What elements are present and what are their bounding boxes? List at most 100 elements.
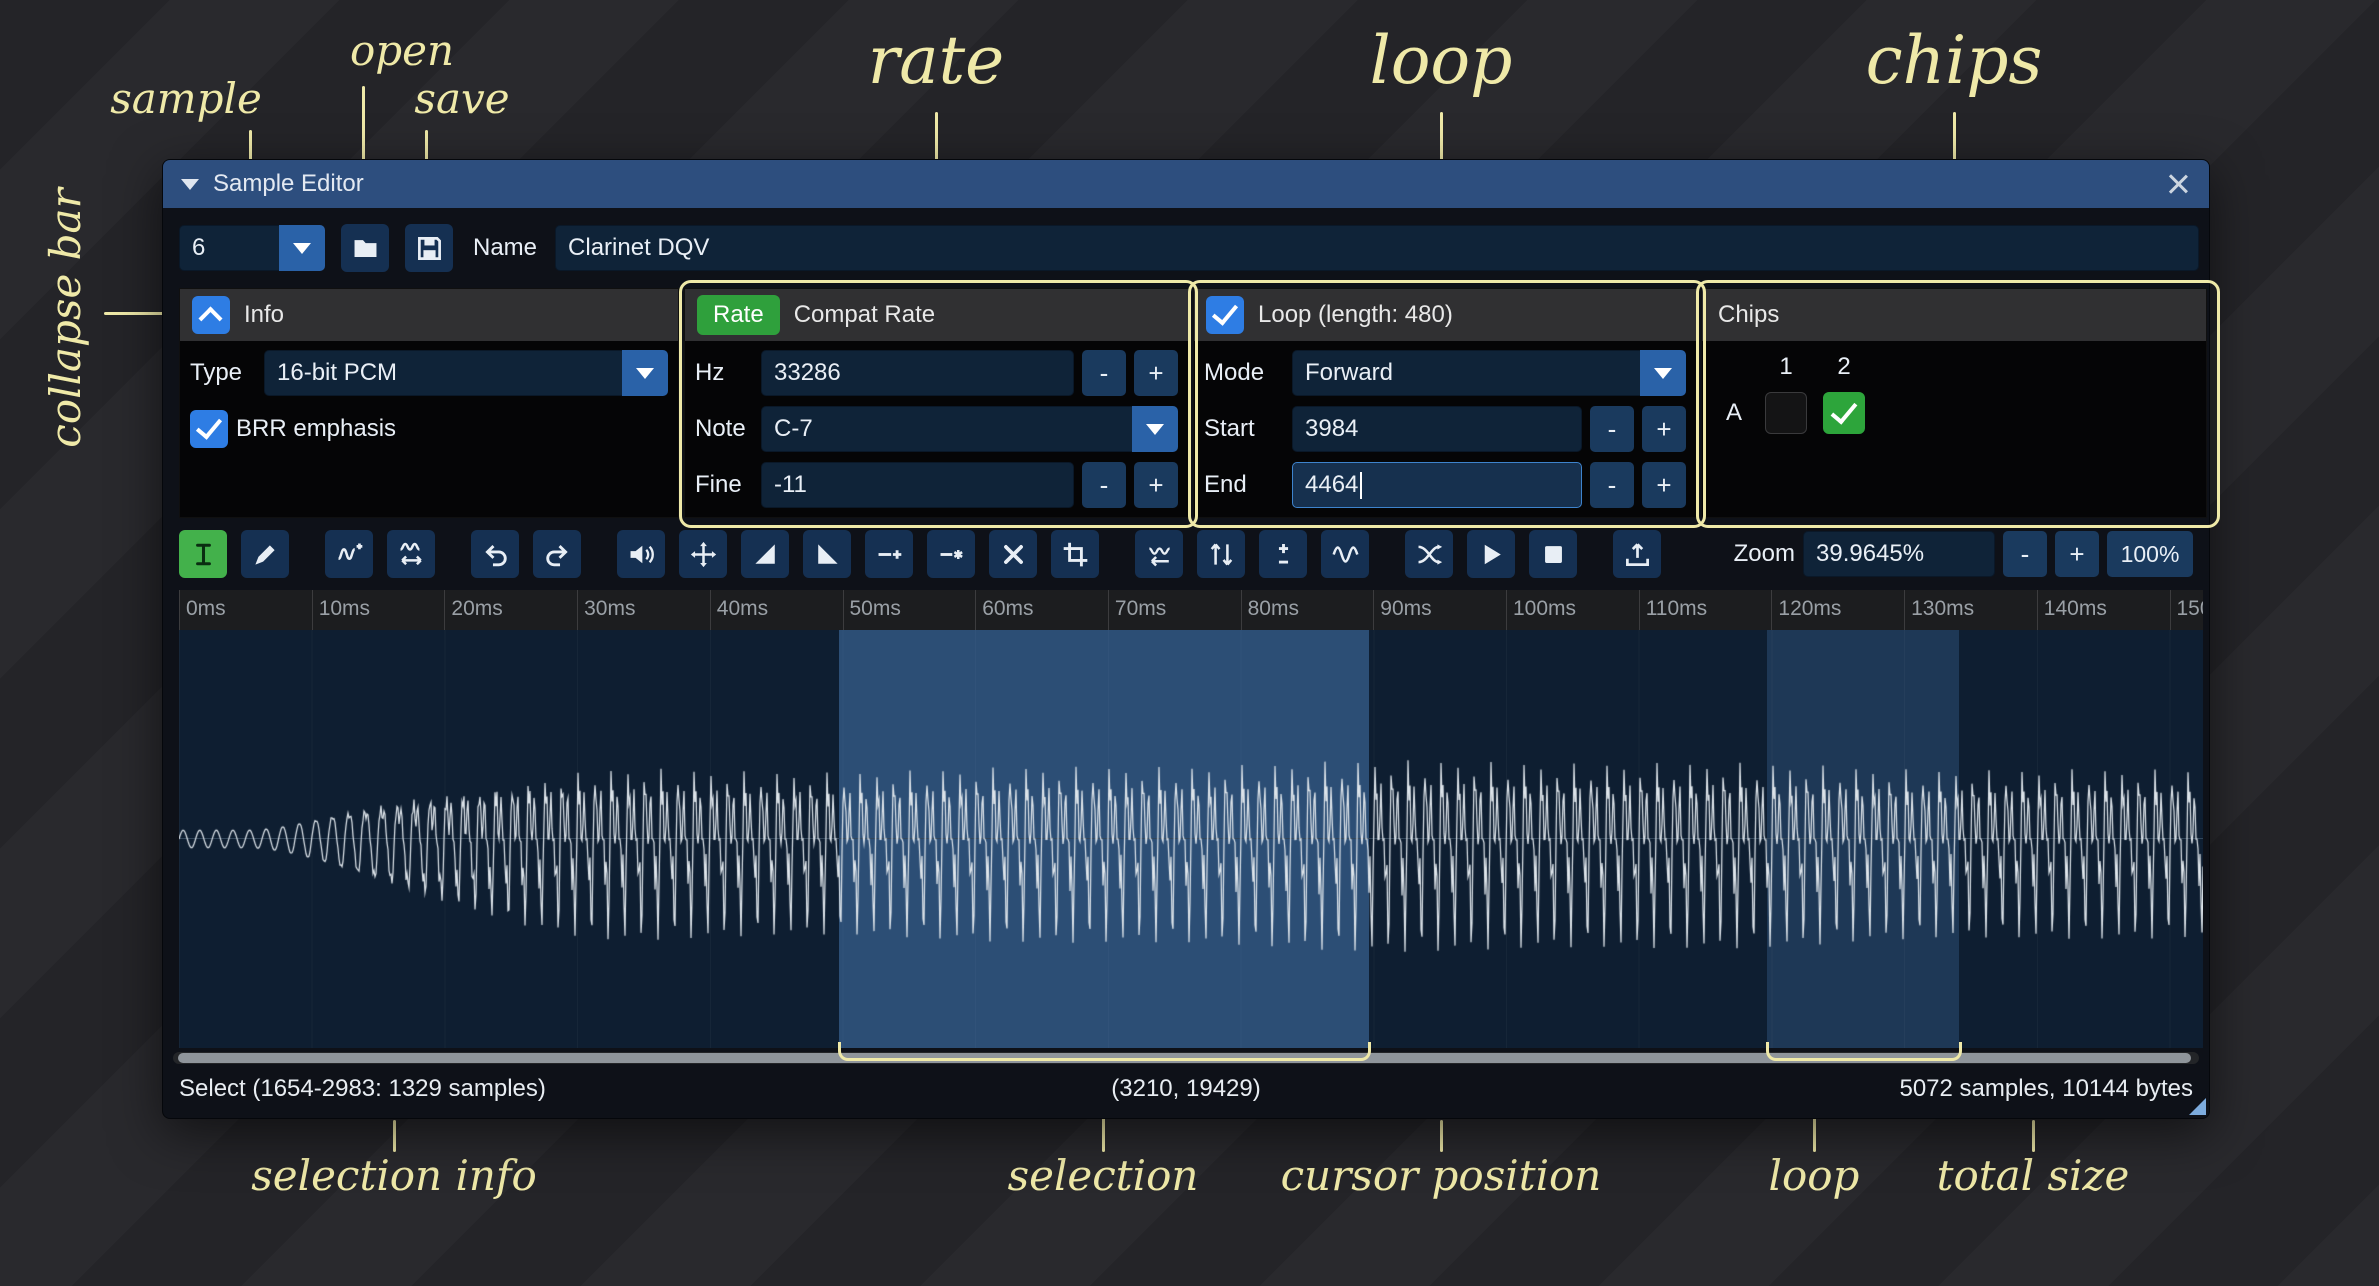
hz-label: Hz bbox=[695, 359, 753, 387]
fine-input[interactable]: -11 bbox=[761, 462, 1074, 508]
draw-mode-button[interactable] bbox=[241, 530, 289, 578]
sample-toolbar: Zoom 39.9645% - + 100% bbox=[179, 528, 2193, 580]
crossfade-button[interactable] bbox=[1405, 530, 1453, 578]
annotation-bracket-loop bbox=[1766, 1042, 1962, 1061]
sample-dropdown-button[interactable] bbox=[279, 225, 325, 271]
loop-end-input[interactable]: 4464 bbox=[1292, 462, 1582, 508]
resize-button[interactable] bbox=[325, 530, 373, 578]
ruler-label: 100ms bbox=[1513, 597, 1576, 621]
chip-1-checkbox[interactable] bbox=[1765, 392, 1807, 434]
zoom-in-button[interactable]: + bbox=[2055, 531, 2099, 577]
ruler-label: 0ms bbox=[186, 597, 226, 621]
hz-input[interactable]: 33286 bbox=[761, 350, 1074, 396]
window-collapse-icon[interactable] bbox=[181, 179, 199, 190]
selection-info-text: Select (1654-2983: 1329 samples) bbox=[179, 1075, 546, 1103]
note-dropdown-button[interactable] bbox=[1132, 406, 1178, 452]
loop-start-label: Start bbox=[1204, 415, 1284, 443]
waveform-view[interactable] bbox=[179, 630, 2203, 1048]
loop-enabled-checkbox[interactable] bbox=[1206, 296, 1244, 334]
amplify-button[interactable] bbox=[617, 530, 665, 578]
apply-silence-button[interactable] bbox=[927, 530, 975, 578]
hz-value: 33286 bbox=[774, 359, 841, 387]
hz-increment-button[interactable]: + bbox=[1134, 350, 1178, 396]
loop-start-input[interactable]: 3984 bbox=[1292, 406, 1582, 452]
fine-decrement-button[interactable]: - bbox=[1082, 462, 1126, 508]
loop-start-decrement-button[interactable]: - bbox=[1590, 406, 1634, 452]
time-ruler[interactable]: 0ms10ms20ms30ms40ms50ms60ms70ms80ms90ms1… bbox=[179, 590, 2203, 631]
zoom-input[interactable]: 39.9645% bbox=[1803, 531, 1995, 577]
annotated-screenshot: sample open save rate loop chips collaps… bbox=[0, 0, 2379, 1286]
ruler-label: 30ms bbox=[584, 597, 635, 621]
zoom-out-button[interactable]: - bbox=[2003, 531, 2047, 577]
preview-button[interactable] bbox=[1467, 530, 1515, 578]
loop-header: Loop (length: 480) bbox=[1258, 301, 1453, 329]
insert-silence-button[interactable] bbox=[865, 530, 913, 578]
loop-start-value: 3984 bbox=[1305, 415, 1358, 443]
loop-end-value: 4464 bbox=[1305, 471, 1358, 499]
reverse-button[interactable] bbox=[1135, 530, 1183, 578]
mode-label: Mode bbox=[1204, 359, 1284, 387]
window-resize-grip[interactable] bbox=[2189, 1098, 2206, 1115]
delete-button[interactable] bbox=[989, 530, 1037, 578]
close-button[interactable] bbox=[2165, 171, 2191, 197]
create-wavetable-button[interactable] bbox=[1613, 530, 1661, 578]
fine-increment-button[interactable]: + bbox=[1134, 462, 1178, 508]
sample-number-value[interactable]: 6 bbox=[179, 225, 279, 271]
ruler-tick bbox=[2170, 590, 2171, 630]
name-input[interactable]: Clarinet DQV bbox=[555, 225, 2199, 271]
ruler-tick bbox=[577, 590, 578, 630]
loop-mode-dropdown-button[interactable] bbox=[1640, 350, 1686, 396]
reverse-icon bbox=[1146, 541, 1173, 568]
chip-column-1: 1 bbox=[1779, 353, 1792, 381]
fine-label: Fine bbox=[695, 471, 753, 499]
hz-decrement-button[interactable]: - bbox=[1082, 350, 1126, 396]
fade-out-button[interactable] bbox=[803, 530, 851, 578]
sign-flip-button[interactable] bbox=[1259, 530, 1307, 578]
sign-flip-icon bbox=[1270, 541, 1297, 568]
resample-button[interactable] bbox=[387, 530, 435, 578]
save-button[interactable] bbox=[405, 224, 453, 272]
type-dropdown[interactable]: 16-bit PCM bbox=[264, 350, 668, 396]
chip-column-2: 2 bbox=[1837, 353, 1850, 381]
zoom-controls: Zoom 39.9645% - + 100% bbox=[1734, 531, 2193, 577]
ruler-label: 110ms bbox=[1646, 597, 1707, 621]
loop-end-increment-button[interactable]: + bbox=[1642, 462, 1686, 508]
rate-section: Rate Compat Rate Hz 33286 - + Note C-7 bbox=[684, 288, 1189, 518]
collapse-info-button[interactable] bbox=[192, 296, 230, 334]
chip-row-label: A bbox=[1726, 399, 1742, 427]
annotation-save: save bbox=[414, 78, 509, 120]
undo-button[interactable] bbox=[471, 530, 519, 578]
loop-end-decrement-button[interactable]: - bbox=[1590, 462, 1634, 508]
text-caret bbox=[1360, 472, 1362, 499]
chip-2-checkbox[interactable] bbox=[1823, 392, 1865, 434]
open-button[interactable] bbox=[341, 224, 389, 272]
fade-in-button[interactable] bbox=[741, 530, 789, 578]
stop-preview-button[interactable] bbox=[1529, 530, 1577, 578]
rate-button[interactable]: Rate bbox=[697, 295, 780, 335]
loop-start-increment-button[interactable]: + bbox=[1642, 406, 1686, 452]
titlebar[interactable]: Sample Editor bbox=[163, 160, 2209, 208]
normalize-button[interactable] bbox=[679, 530, 727, 578]
brr-emphasis-checkbox[interactable] bbox=[190, 410, 228, 448]
redo-button[interactable] bbox=[533, 530, 581, 578]
loop-section: Loop (length: 480) Mode Forward Start 39… bbox=[1193, 288, 1697, 518]
type-dropdown-button[interactable] bbox=[622, 350, 668, 396]
ruler-label: 120ms bbox=[1778, 597, 1841, 621]
filter-button[interactable] bbox=[1321, 530, 1369, 578]
sample-selector[interactable]: 6 bbox=[179, 225, 325, 271]
loop-mode-dropdown[interactable]: Forward bbox=[1292, 350, 1686, 396]
chevron-down-icon bbox=[636, 368, 654, 379]
ruler-label: 70ms bbox=[1115, 597, 1166, 621]
waveform-canvas bbox=[179, 630, 2203, 1048]
annotation-line-total-size bbox=[2032, 1120, 2035, 1152]
resample-icon bbox=[398, 541, 425, 568]
ruler-tick bbox=[1904, 590, 1905, 630]
zoom-reset-button[interactable]: 100% bbox=[2107, 531, 2193, 577]
trim-button[interactable] bbox=[1051, 530, 1099, 578]
note-dropdown[interactable]: C-7 bbox=[761, 406, 1178, 452]
select-mode-button[interactable] bbox=[179, 530, 227, 578]
name-label: Name bbox=[473, 234, 537, 262]
upload-icon bbox=[1624, 541, 1651, 568]
invert-button[interactable] bbox=[1197, 530, 1245, 578]
ruler-tick bbox=[312, 590, 313, 630]
